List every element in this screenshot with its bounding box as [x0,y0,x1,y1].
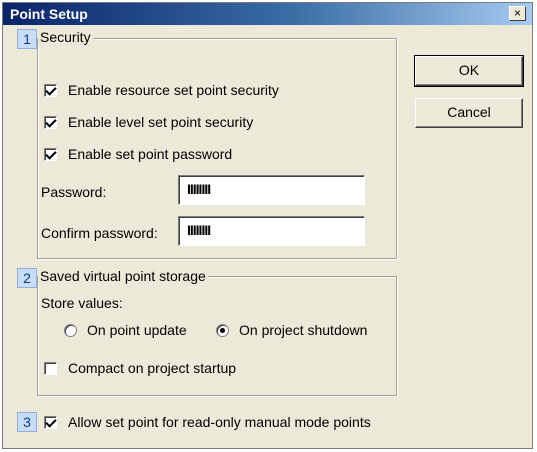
close-icon[interactable]: × [509,6,526,21]
dialog-title: Point Setup [10,6,88,22]
title-bar[interactable]: Point Setup × [3,3,532,25]
ok-button[interactable]: OK [414,55,524,87]
section-1-badge: 1 [17,29,37,49]
section-2-badge: 2 [17,268,37,288]
security-group-title: Security [38,29,93,45]
point-setup-dialog: Point Setup × 1 Security Enable resource… [2,2,533,449]
enable-password-label[interactable]: Enable set point password [68,146,232,162]
on-point-update-label[interactable]: On point update [87,322,187,338]
allow-readonly-setpoint-label[interactable]: Allow set point for read-only manual mod… [68,414,371,430]
confirm-password-label: Confirm password: [41,225,158,241]
enable-level-security-checkbox[interactable] [44,116,57,129]
on-project-shutdown-radio[interactable] [216,324,229,337]
enable-level-security-label[interactable]: Enable level set point security [68,114,253,130]
storage-group-title: Saved virtual point storage [38,268,208,284]
enable-password-checkbox[interactable] [44,148,57,161]
password-field[interactable]: IIIIIIII [178,175,365,205]
password-label: Password: [41,184,107,200]
cancel-button[interactable]: Cancel [415,98,523,128]
enable-resource-security-label[interactable]: Enable resource set point security [68,82,279,98]
compact-on-startup-checkbox[interactable] [44,362,57,375]
enable-resource-security-checkbox[interactable] [44,84,57,97]
on-project-shutdown-label[interactable]: On project shutdown [239,322,367,338]
allow-readonly-setpoint-checkbox[interactable] [44,416,57,429]
confirm-password-field[interactable]: IIIIIIII [178,216,365,246]
section-3-badge: 3 [17,412,37,432]
store-values-label: Store values: [41,295,123,311]
on-point-update-radio[interactable] [64,324,77,337]
compact-on-startup-label[interactable]: Compact on project startup [68,360,236,376]
